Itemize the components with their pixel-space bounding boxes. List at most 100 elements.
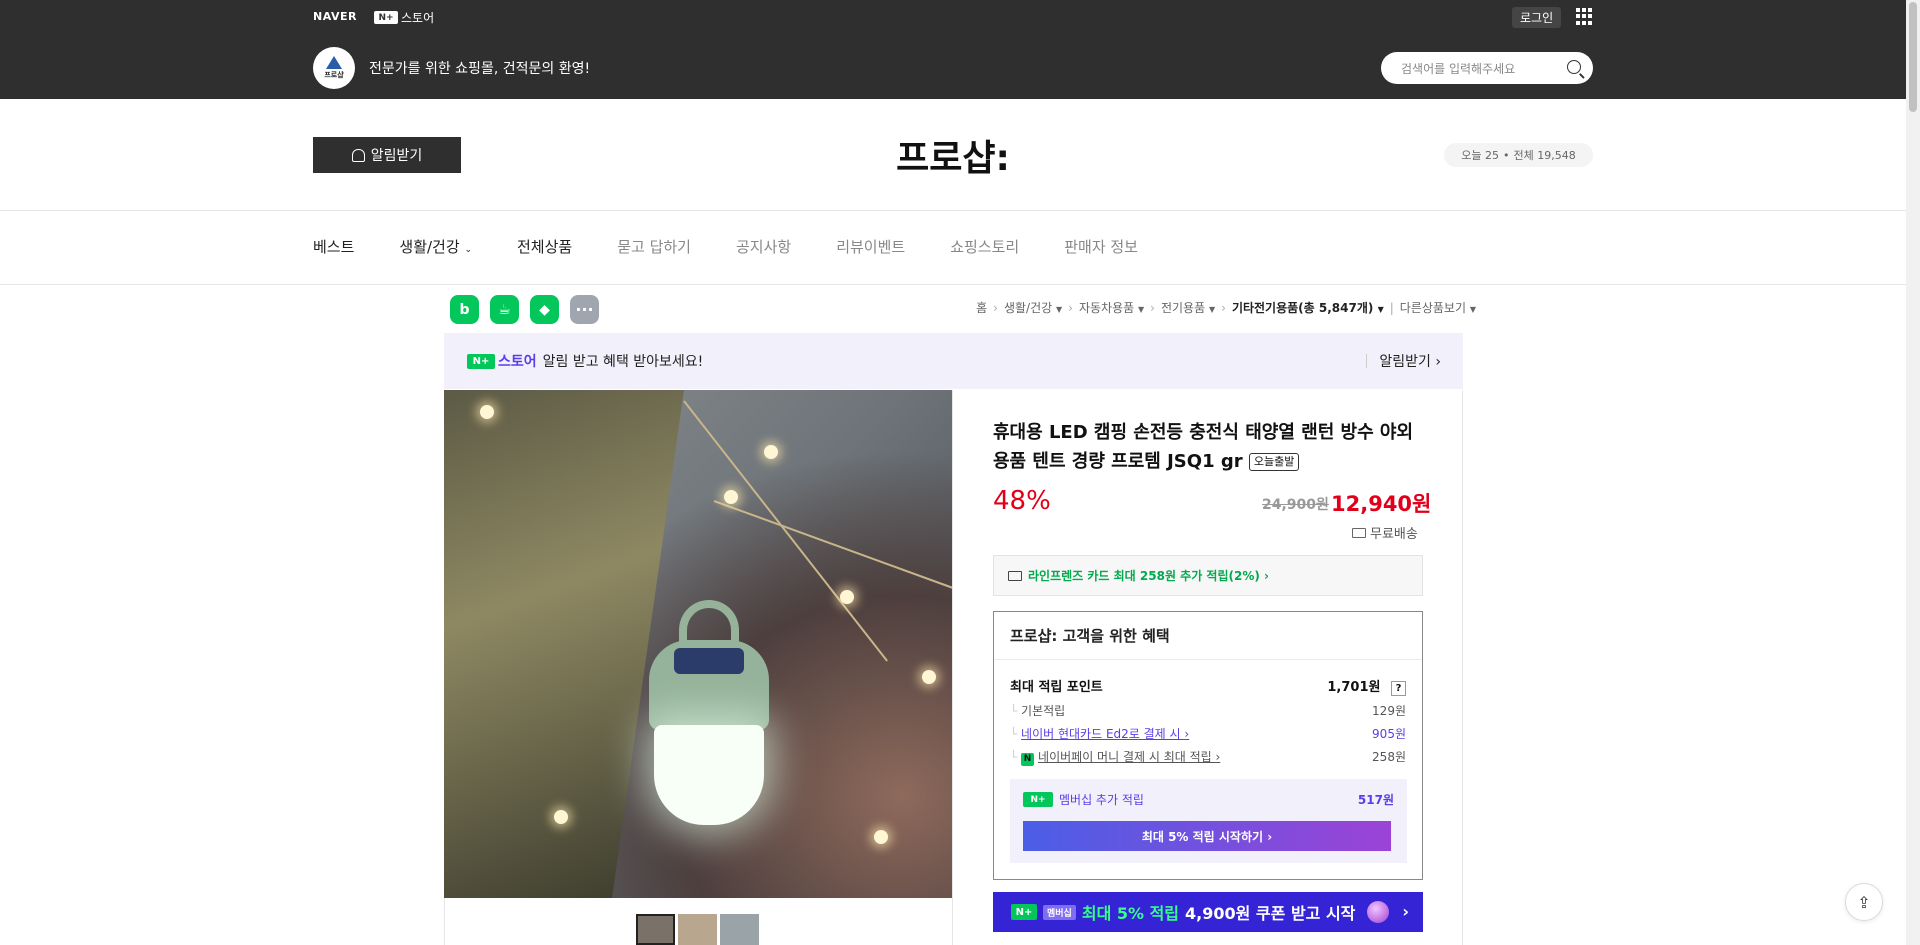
coin-icon xyxy=(1367,901,1390,923)
shipping-info: 무료배송 xyxy=(1352,523,1418,542)
share-icons: b ☕ ◆ ··· xyxy=(450,295,599,324)
bulb-light xyxy=(922,670,936,684)
membership-box: N+ 멤버십 추가 적립 517원 최대 5% 적립 시작하기 › xyxy=(1010,779,1407,863)
nav-living-health[interactable]: 생활/건강 ⌄ xyxy=(399,236,472,257)
thumbnail-strip xyxy=(636,914,759,945)
search-placeholder: 검색어를 입력해주세요 xyxy=(1401,62,1516,76)
store-title[interactable]: 프로샵: xyxy=(0,129,1906,181)
promo-highlight: 최대 5% 적립 xyxy=(1081,904,1180,923)
lantern-graphic xyxy=(644,600,774,830)
basic-points-label: 기본적립 xyxy=(1010,702,1065,719)
subscribe-banner: N+ 스토어 알림 받고 혜택 받아보세요! 알림받기 › xyxy=(444,333,1463,389)
nplus-badge: N+ xyxy=(1023,792,1053,807)
max-points-row: 최대 적립 포인트 1,701원 ? xyxy=(1010,676,1406,696)
scrollbar-thumb[interactable] xyxy=(1909,2,1917,112)
nav-qna[interactable]: 묻고 답하기 xyxy=(617,236,691,257)
page-scrollbar[interactable] xyxy=(1906,0,1920,945)
apps-grid-icon[interactable] xyxy=(1576,8,1593,25)
benefit-header: 프로샵: 고객을 위한 혜택 xyxy=(994,612,1422,660)
thumbnail-image[interactable] xyxy=(636,914,675,945)
bulb-light xyxy=(764,445,778,459)
bookmark-share-icon[interactable]: ◆ xyxy=(530,295,559,324)
membership-label-row: N+ 멤버십 추가 적립 xyxy=(1023,791,1144,808)
logo-text: 프로샵 xyxy=(324,71,344,79)
nav-all-products[interactable]: 전체상품 xyxy=(517,236,572,257)
product-title-text: 휴대용 LED 캠핑 손전등 충전식 태양열 랜턴 방수 야외 용품 텐트 경량… xyxy=(993,422,1414,472)
other-products-link[interactable]: 다른상품보기 ▼ xyxy=(1400,299,1476,316)
caret-down-icon: ▼ xyxy=(1138,305,1145,314)
breadcrumb-item[interactable]: 생활/건강 ▼ xyxy=(1004,299,1062,316)
sale-price: 12,940원 xyxy=(1331,492,1432,516)
thumbnail-image[interactable] xyxy=(678,914,717,945)
membership-promo-banner[interactable]: N+ 멤버십 최대 5% 적립 4,900원 쿠폰 받고 시작 › xyxy=(993,892,1423,932)
logo-triangle-icon xyxy=(326,56,342,69)
npay-link[interactable]: 네이버페이 머니 결제 시 최대 적립 › xyxy=(1038,750,1220,764)
info-right-border xyxy=(1462,390,1463,945)
nav-notice[interactable]: 공지사항 xyxy=(736,236,791,257)
store-logo[interactable]: 프로샵 xyxy=(313,47,355,89)
basic-points-row: 기본적립 129원 xyxy=(1010,702,1406,719)
visits-total: 전체 19,548 xyxy=(1513,149,1576,162)
bulb-light xyxy=(840,590,854,604)
blog-share-icon[interactable]: b xyxy=(450,295,479,324)
card-points-value: 905원 xyxy=(1372,727,1406,741)
share-floating-button[interactable]: ⇪ xyxy=(1845,883,1883,921)
product-main-image[interactable] xyxy=(444,390,952,898)
nplus-badge: N+ xyxy=(374,11,398,24)
product-title: 휴대용 LED 캠핑 손전등 충전식 태양열 랜턴 방수 야외 용품 텐트 경량… xyxy=(993,418,1425,476)
card-points-row: 네이버 현대카드 Ed2로 결제 시 › 905원 xyxy=(1010,725,1406,742)
more-share-icon[interactable]: ··· xyxy=(570,295,599,324)
login-button[interactable]: 로그인 xyxy=(1512,7,1562,28)
breadcrumb-home[interactable]: 홈 xyxy=(976,299,987,316)
search-input[interactable]: 검색어를 입력해주세요 xyxy=(1381,52,1593,84)
nplus-badge: N+ xyxy=(1011,904,1037,920)
bulb-light xyxy=(874,830,888,844)
membership-start-button[interactable]: 최대 5% 적립 시작하기 › xyxy=(1023,821,1391,851)
chevron-down-icon: ⌄ xyxy=(464,245,472,255)
today-ship-tag: 오늘출발 xyxy=(1248,453,1300,471)
naver-store-link[interactable]: N+ 스토어 xyxy=(374,9,434,26)
shipping-label: 무료배송 xyxy=(1370,527,1418,542)
original-price: 24,900원 xyxy=(1262,497,1329,513)
breadcrumb-item[interactable]: 자동차용품 ▼ xyxy=(1079,299,1144,316)
chevron-right-icon: › xyxy=(1402,902,1409,921)
card-benefit-text: 라인프렌즈 카드 최대 258원 추가 적립(2%) › xyxy=(1028,569,1269,583)
breadcrumb-item[interactable]: 전기용품 ▼ xyxy=(1161,299,1215,316)
top-bar: NAVER N+ 스토어 로그인 프로샵 전문가를 위한 쇼핑몰, 건적문의 환… xyxy=(0,0,1906,99)
bulb-light xyxy=(724,490,738,504)
benefit-box: 프로샵: 고객을 위한 혜택 최대 적립 포인트 1,701원 ? 기본적립 1… xyxy=(993,611,1423,880)
membership-value: 517원 xyxy=(1357,793,1394,807)
nav-best[interactable]: 베스트 xyxy=(313,236,354,257)
caret-down-icon: ▼ xyxy=(1056,305,1063,314)
truck-icon xyxy=(1352,527,1366,538)
store-label: 스토어 xyxy=(401,11,435,25)
card-benefit-link[interactable]: 라인프렌즈 카드 최대 258원 추가 적립(2%) › xyxy=(993,555,1423,596)
npay-points-row: N네이버페이 머니 결제 시 최대 적립 › 258원 xyxy=(1010,748,1406,766)
store-tagline: 전문가를 위한 쇼핑몰, 건적문의 환영! xyxy=(369,61,591,77)
nav-shopping-story[interactable]: 쇼핑스토리 xyxy=(950,236,1019,257)
visit-counter: 오늘 25 • 전체 19,548 xyxy=(1444,143,1593,167)
breadcrumb: 홈 › 생활/건강 ▼ › 자동차용품 ▼ › 전기용품 ▼ › 기타전기용품(… xyxy=(976,299,1476,316)
naver-logo[interactable]: NAVER xyxy=(313,10,357,23)
card-icon xyxy=(1008,570,1022,581)
store-label: 스토어 xyxy=(498,354,537,370)
banner-subscribe-link[interactable]: 알림받기 › xyxy=(1366,351,1441,371)
breadcrumb-current[interactable]: 기타전기용품(총 5,847개) ▼ xyxy=(1232,299,1384,316)
nav-seller-info[interactable]: 판매자 정보 xyxy=(1064,236,1138,257)
header-divider xyxy=(0,210,1906,211)
caret-down-icon: ▼ xyxy=(1377,305,1384,314)
visits-today: 오늘 25 xyxy=(1461,149,1499,162)
help-icon[interactable]: ? xyxy=(1391,681,1406,696)
rope-line xyxy=(713,500,952,605)
caret-down-icon: ▼ xyxy=(1469,305,1476,314)
thumbnail-image[interactable] xyxy=(720,914,759,945)
promo-text: 4,900원 쿠폰 받고 시작 xyxy=(1185,904,1356,923)
hyundai-card-link[interactable]: 네이버 현대카드 Ed2로 결제 시 › xyxy=(1021,727,1189,741)
visits-dot: • xyxy=(1503,148,1510,162)
bulb-light xyxy=(554,810,568,824)
cafe-share-icon[interactable]: ☕ xyxy=(490,295,519,324)
caret-down-icon: ▼ xyxy=(1208,305,1216,314)
nplus-badge: N+ xyxy=(467,353,495,369)
nav-review-event[interactable]: 리뷰이벤트 xyxy=(836,236,905,257)
search-icon[interactable] xyxy=(1567,60,1581,74)
